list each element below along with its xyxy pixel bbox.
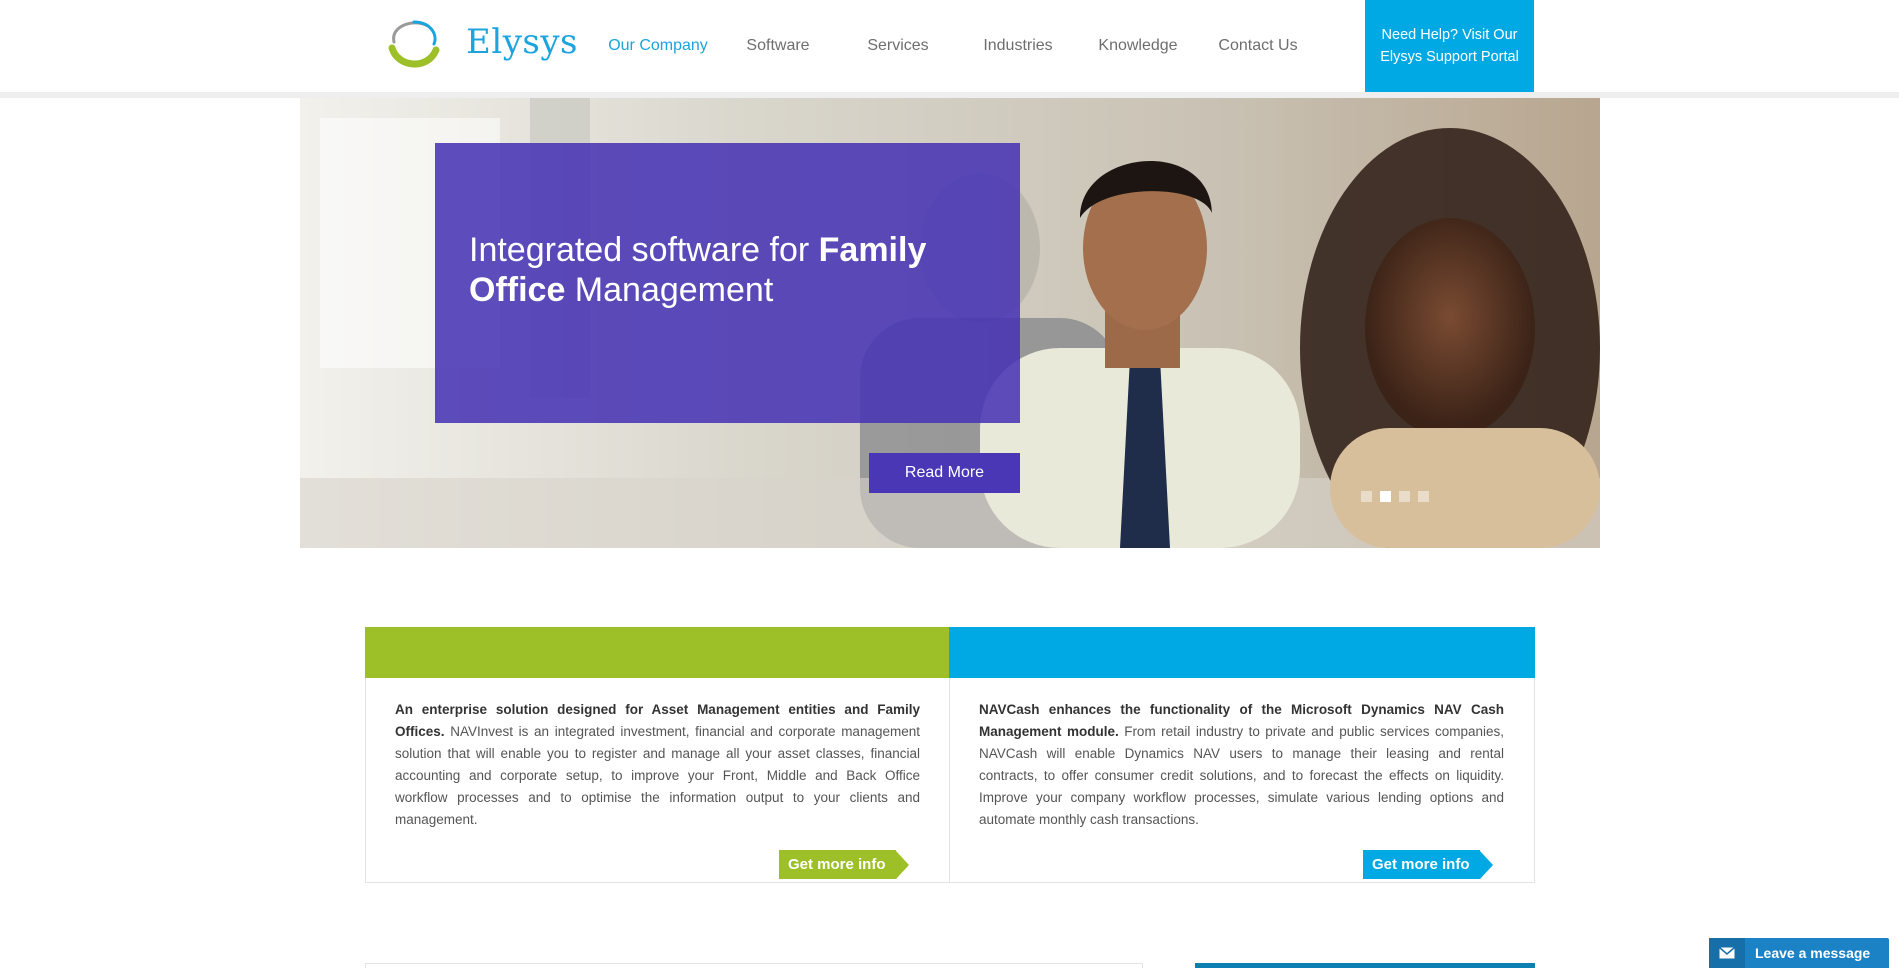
logo-wordmark[interactable]: Elysys (466, 22, 578, 62)
get-more-info-label: Get more info (1363, 850, 1480, 879)
leave-message-widget[interactable]: Leave a message (1709, 938, 1889, 968)
lower-sidebar-box (1195, 963, 1535, 968)
nav-knowledge[interactable]: Knowledge (1078, 0, 1198, 92)
nav-software[interactable]: Software (718, 0, 838, 92)
card-description: NAVCash enhances the functionality of th… (979, 702, 1504, 827)
read-more-button[interactable]: Read More (869, 453, 1020, 493)
nav-contact-us[interactable]: Contact Us (1198, 0, 1318, 92)
slider-dot-3[interactable] (1399, 491, 1410, 502)
slider-dot-1[interactable] (1361, 491, 1372, 502)
hero-title: Integrated software for Family Office Man… (469, 231, 927, 309)
envelope-icon (1709, 938, 1745, 968)
hero-slider: Integrated software for Family Office Man… (300, 98, 1600, 548)
card-header-bar (365, 627, 950, 678)
slider-dot-4[interactable] (1418, 491, 1429, 502)
nav-services[interactable]: Services (838, 0, 958, 92)
nav-industries[interactable]: Industries (958, 0, 1078, 92)
get-more-info-label: Get more info (779, 850, 896, 879)
nav-our-company[interactable]: Our Company (598, 0, 718, 98)
card-description: An enterprise solution designed for Asse… (395, 702, 920, 827)
arrow-right-icon (895, 850, 909, 879)
navinvest-card: An enterprise solution designed for Asse… (365, 627, 950, 883)
support-portal-link[interactable]: Need Help? Visit Our Elysys Support Port… (1365, 0, 1534, 92)
card-header-bar (949, 627, 1535, 678)
get-more-info-button[interactable]: Get more info (1363, 850, 1493, 879)
arrow-right-icon (1479, 850, 1493, 879)
navcash-card: NAVCash enhances the functionality of th… (949, 627, 1535, 883)
lower-content-box (365, 963, 1143, 968)
slider-dots (1361, 491, 1429, 502)
slider-dot-2[interactable] (1380, 491, 1391, 502)
get-more-info-button[interactable]: Get more info (779, 850, 909, 879)
product-cards: An enterprise solution designed for Asse… (365, 627, 1535, 883)
leave-message-label: Leave a message (1755, 945, 1871, 961)
main-nav: Our Company Software Services Industries… (598, 0, 1318, 98)
